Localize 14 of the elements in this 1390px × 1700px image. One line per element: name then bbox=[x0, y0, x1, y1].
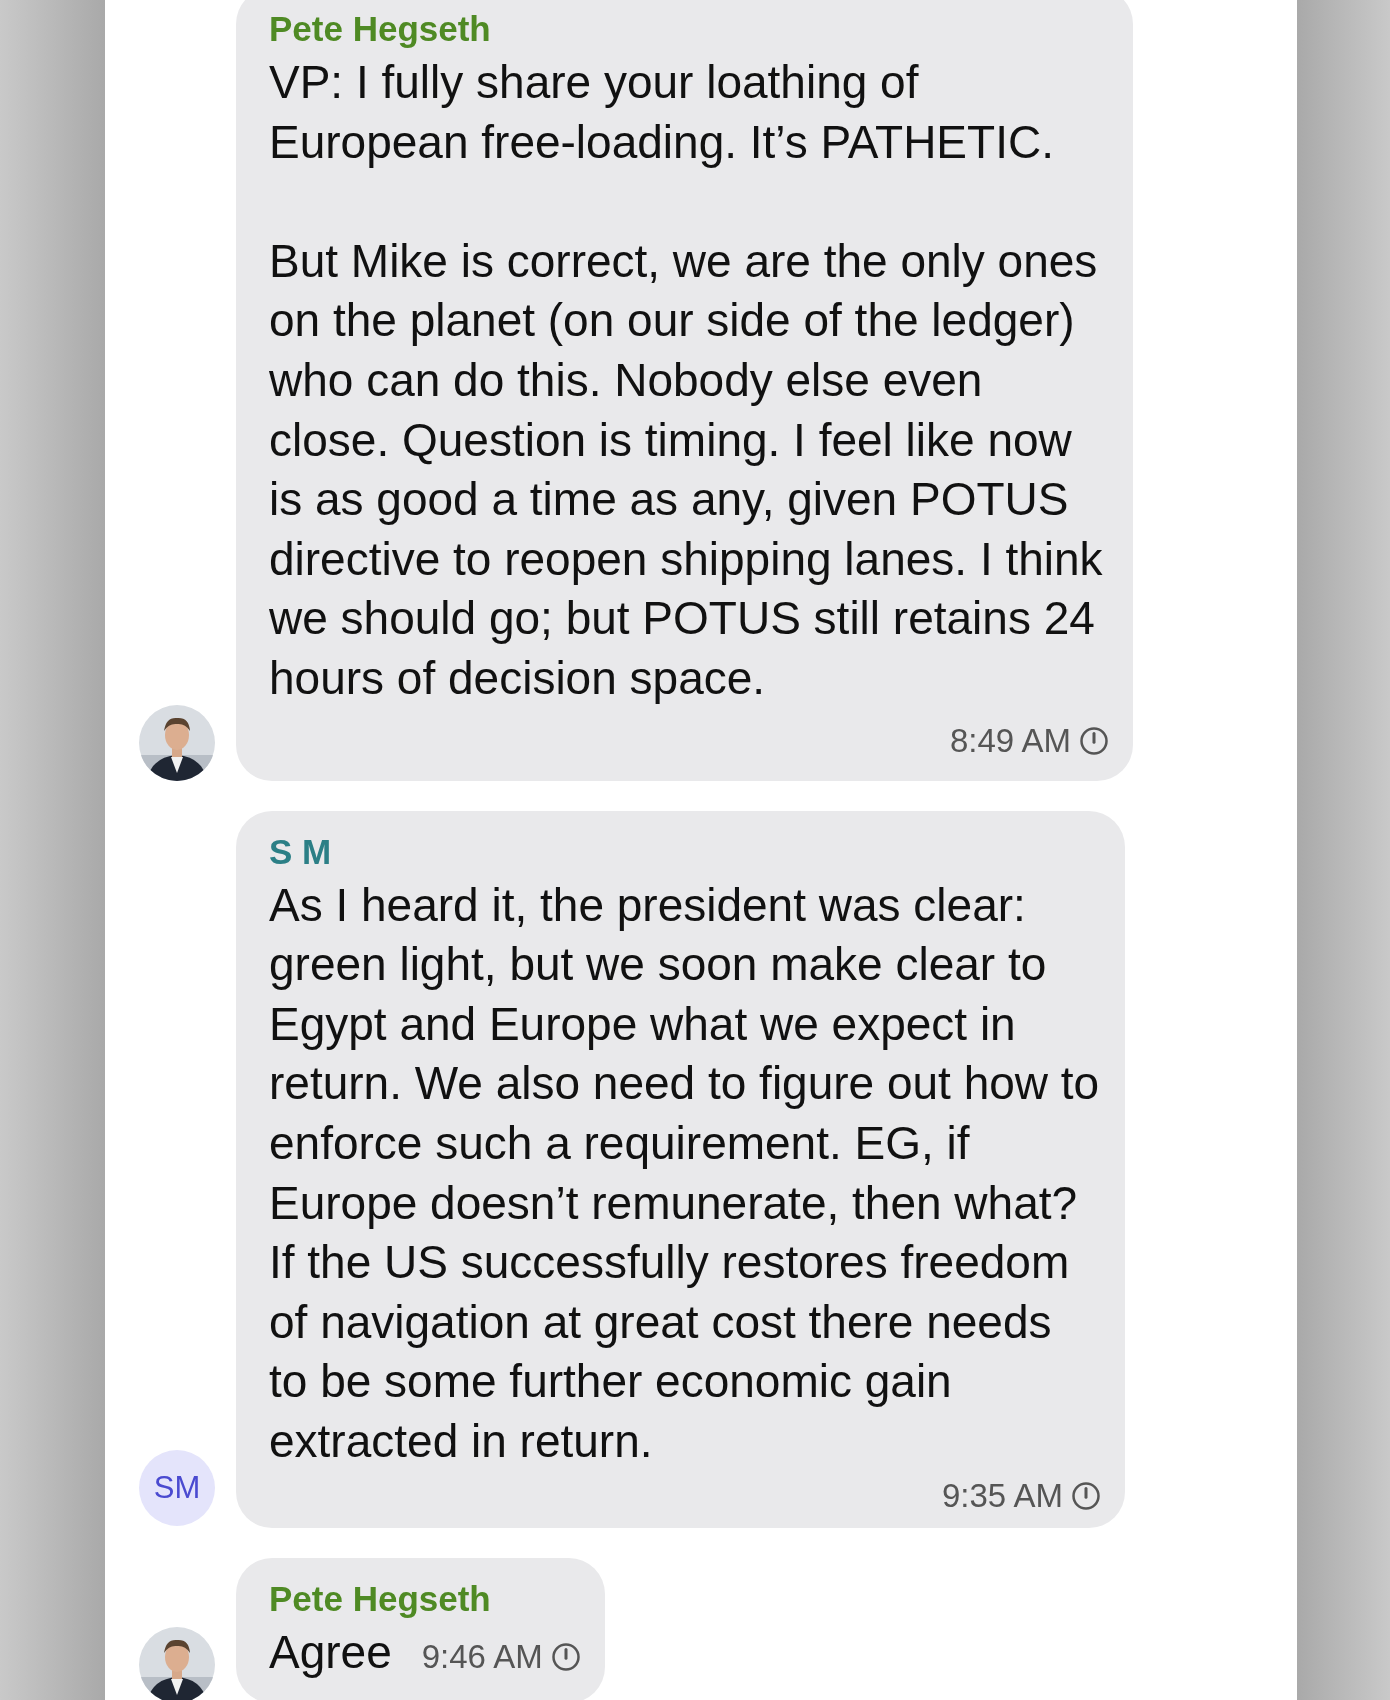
message-text: Agree bbox=[269, 1625, 392, 1681]
message-text: As I heard it, the president was clear: green light, but we soon make clear to Egypt and Europe what we expect in return. We also need to figure out how to enforce such a requirement. EG, if Europe doesn’t remunerate, then what? If the US successfully restores freedom of navigation at great cost there needs to be some further economic gain extracted in return. bbox=[269, 877, 1101, 1469]
timer-icon bbox=[1071, 1481, 1101, 1512]
sender-name: S M bbox=[269, 831, 333, 872]
message-text: VP: I fully share your loathing of European free-loading. It’s PATHETIC. bbox=[269, 55, 1055, 170]
message-time: 9:35 AM bbox=[941, 1476, 1063, 1517]
message-text: But Mike is correct, we are the only ones on the planet (on our side of the ledger) who can do this. Nobody else even close. Question is timing. I feel like now is as good a time as any, given POTUS directive to reopen shipping lanes. I think we should go; but POTUS still retains 24 hours of decision space. bbox=[269, 233, 1104, 706]
sender-name: Pete Hegseth bbox=[269, 9, 492, 49]
message-time: 8:49 AM bbox=[949, 720, 1071, 761]
sender-name: Pete Hegseth bbox=[269, 1579, 492, 1620]
timer-icon bbox=[550, 1642, 581, 1673]
avatar-initials: SM bbox=[139, 1450, 215, 1527]
message-time: 9:46 AM bbox=[421, 1637, 543, 1678]
timer-icon bbox=[1079, 725, 1109, 756]
